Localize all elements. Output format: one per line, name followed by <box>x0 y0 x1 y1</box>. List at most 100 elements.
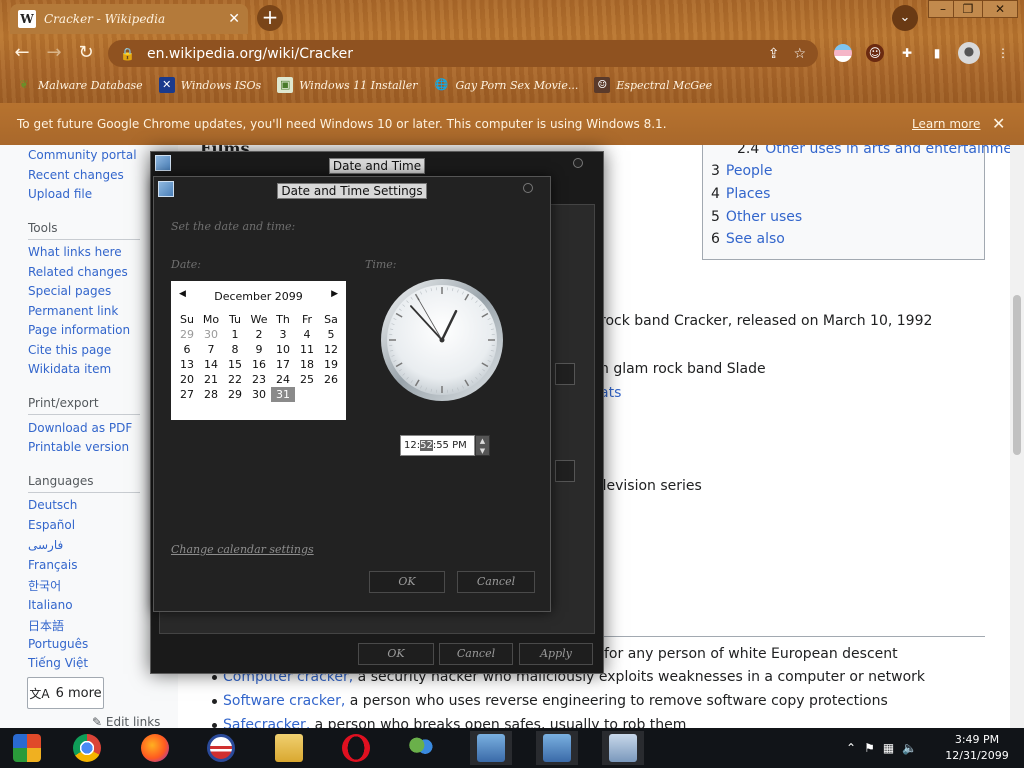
taskbar-clock[interactable]: 3:49 PM 12/31/2099 <box>940 732 1014 764</box>
sidebar-link-cite-this-page[interactable]: Cite this page <box>28 343 111 357</box>
taskbar-users[interactable] <box>400 731 442 765</box>
calendar-day[interactable]: 2 <box>247 327 271 342</box>
toc-item[interactable]: 4 Places <box>711 186 770 202</box>
tray-overflow-icon[interactable]: ⌃ <box>846 741 856 755</box>
language-link[interactable]: 한국어 <box>28 577 61 594</box>
calendar-day[interactable]: 27 <box>175 387 199 402</box>
more-languages-button[interactable]: 文A 6 more <box>27 677 104 709</box>
article-link[interactable]: Software cracker, <box>223 693 345 709</box>
calendar-day[interactable]: 28 <box>199 387 223 402</box>
calendar-day[interactable]: 5 <box>319 327 343 342</box>
sidebar-link-community-portal[interactable]: Community portal <box>28 148 137 162</box>
article-link[interactable]: Safecracker, <box>223 717 310 728</box>
calendar-day[interactable]: 10 <box>271 342 295 357</box>
calendar-day[interactable]: 12 <box>319 342 343 357</box>
restore-button[interactable]: ❐ <box>953 0 983 18</box>
bookmark-windows-11-installer[interactable]: ▣ Windows 11 Installer <box>277 77 417 93</box>
calendar[interactable]: ◀ December 2099 ▶ Su Mo Tu We Th Fr Sa 29 30 1 2 3 4… <box>171 281 346 420</box>
taskbar-network-install-2[interactable] <box>536 731 578 765</box>
calendar-day[interactable]: 21 <box>199 372 223 387</box>
language-link[interactable]: Português <box>28 637 88 651</box>
time-input[interactable]: 12:52:55 PM <box>400 435 475 456</box>
extensions-puzzle-icon[interactable]: ✚ <box>898 44 916 62</box>
toc-item[interactable]: 2.4 Other uses in arts and entertainment <box>737 145 1024 157</box>
outer-cancel-button[interactable]: Cancel <box>439 643 513 665</box>
dialog-close-icon[interactable] <box>573 158 583 168</box>
language-link[interactable]: Deutsch <box>28 498 77 512</box>
sidebar-link-download-pdf[interactable]: Download as PDF <box>28 421 132 435</box>
taskbar-date-time[interactable] <box>602 731 644 765</box>
language-link[interactable]: Français <box>28 558 77 572</box>
calendar-day[interactable]: 4 <box>295 327 319 342</box>
sidebar-link-upload-file[interactable]: Upload file <box>28 187 92 201</box>
calendar-day[interactable]: 14 <box>199 357 223 372</box>
spin-down-icon[interactable]: ▼ <box>476 446 489 456</box>
calendar-day[interactable]: 13 <box>175 357 199 372</box>
taskbar-opera[interactable] <box>335 731 377 765</box>
volume-icon[interactable]: 🔈 <box>902 741 917 755</box>
close-window-button[interactable]: ✕ <box>982 0 1018 18</box>
taskbar-explorer[interactable] <box>6 731 48 765</box>
calendar-day[interactable]: 26 <box>319 372 343 387</box>
flag-icon[interactable]: ⚑ <box>864 741 875 755</box>
taskbar-network-install-1[interactable] <box>470 731 512 765</box>
sidebar-link-wikidata-item[interactable]: Wikidata item <box>28 362 111 376</box>
forward-button[interactable]: → <box>42 41 66 65</box>
toc-item[interactable]: 3 People <box>711 163 772 179</box>
extension-flag-icon[interactable] <box>834 44 852 62</box>
calendar-day[interactable]: 25 <box>295 372 319 387</box>
time-spinner[interactable]: ▲ ▼ <box>475 435 490 456</box>
more-menu-icon[interactable]: ⋮ <box>994 44 1012 62</box>
back-button[interactable]: ← <box>10 41 34 65</box>
sidebar-link-related-changes[interactable]: Related changes <box>28 265 128 279</box>
taskbar-chrome[interactable] <box>66 731 108 765</box>
share-icon[interactable]: ⇪ <box>768 46 780 62</box>
lock-icon[interactable]: 🔒 <box>120 47 135 61</box>
bookmark-star-icon[interactable]: ☆ <box>793 46 806 62</box>
tab-search-button[interactable]: ⌄ <box>892 5 918 31</box>
calendar-day[interactable]: 1 <box>223 327 247 342</box>
calendar-day[interactable]: 20 <box>175 372 199 387</box>
extension-avatar-icon[interactable]: ☺ <box>866 44 884 62</box>
language-link[interactable]: Italiano <box>28 598 73 612</box>
inner-ok-button[interactable]: OK <box>369 571 445 593</box>
page-scrollbar[interactable] <box>1010 145 1024 728</box>
taskbar-firefox[interactable] <box>134 731 176 765</box>
calendar-day[interactable]: 3 <box>271 327 295 342</box>
calendar-day[interactable]: 30 <box>199 327 223 342</box>
change-timezone-stub[interactable] <box>555 460 575 482</box>
calendar-day[interactable]: 23 <box>247 372 271 387</box>
change-button-stub[interactable] <box>555 363 575 385</box>
sidebar-link-page-information[interactable]: Page information <box>28 323 130 337</box>
time-minute-selected[interactable]: 52 <box>420 440 433 451</box>
calendar-day[interactable]: 31 <box>271 387 295 402</box>
toc-item[interactable]: 6 See also <box>711 231 785 247</box>
language-link[interactable]: Tiếng Việt <box>28 656 88 670</box>
calendar-day[interactable]: 29 <box>175 327 199 342</box>
calendar-month[interactable]: December 2099 <box>171 290 346 303</box>
sidebar-link-printable-version[interactable]: Printable version <box>28 440 129 454</box>
calendar-day[interactable]: 24 <box>271 372 295 387</box>
sidebar-link-special-pages[interactable]: Special pages <box>28 284 111 298</box>
calendar-day[interactable]: 15 <box>223 357 247 372</box>
calendar-day[interactable]: 6 <box>175 342 199 357</box>
time-rest[interactable]: :55 PM <box>433 440 467 451</box>
taskbar-file-explorer[interactable] <box>268 731 310 765</box>
sidebar-link-permanent-link[interactable]: Permanent link <box>28 304 118 318</box>
language-link[interactable]: 日本語 <box>28 617 64 634</box>
calendar-day[interactable]: 17 <box>271 357 295 372</box>
calendar-day[interactable]: 18 <box>295 357 319 372</box>
close-infobar-icon[interactable]: ✕ <box>992 114 1005 133</box>
reload-button[interactable]: ↻ <box>74 41 98 65</box>
bookmark-espectral-mcgee[interactable]: ☺ Espectral McGee <box>594 77 712 93</box>
outer-apply-button[interactable]: Apply <box>519 643 593 665</box>
close-tab-icon[interactable]: ✕ <box>228 11 240 27</box>
calendar-day[interactable]: 29 <box>223 387 247 402</box>
inner-cancel-button[interactable]: Cancel <box>457 571 535 593</box>
calendar-day[interactable]: 7 <box>199 342 223 357</box>
scrollbar-thumb[interactable] <box>1013 295 1021 455</box>
calendar-day[interactable]: 19 <box>319 357 343 372</box>
calendar-day[interactable]: 9 <box>247 342 271 357</box>
spin-up-icon[interactable]: ▲ <box>476 436 489 446</box>
edit-links-link[interactable]: ✎ Edit links <box>92 715 160 728</box>
